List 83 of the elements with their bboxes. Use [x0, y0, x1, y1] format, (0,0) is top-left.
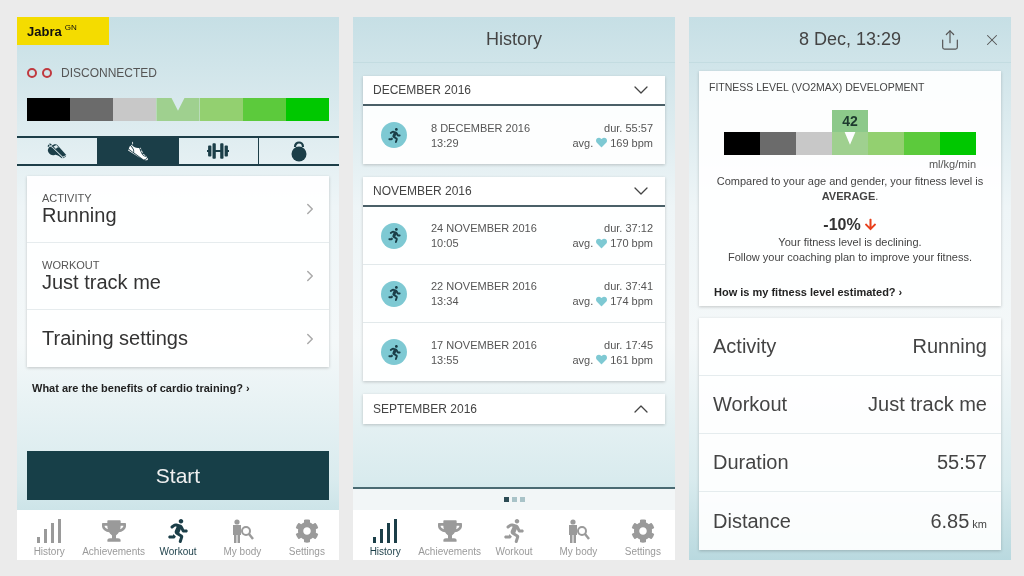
detail-value: Running: [912, 335, 987, 359]
heart-rate: 170 bpm: [610, 237, 653, 249]
heart-icon: [596, 137, 608, 148]
unit-label: ml/kg/min: [928, 158, 976, 170]
entry-date: 22 NOVEMBER 2016: [431, 280, 538, 292]
nav-tab[interactable]: History: [353, 510, 418, 560]
entry-duration: dur. 37:12: [604, 222, 653, 234]
detail-unit: km: [972, 517, 987, 530]
trophy-icon: [437, 519, 462, 543]
avg-label: avg.: [572, 353, 594, 366]
workout-entry[interactable]: 24 NOVEMBER 2016 10:05 dur. 37:12 avg. 170 bpm: [363, 207, 665, 265]
sport-tab[interactable]: [96, 138, 178, 164]
detail-label: Activity: [713, 335, 777, 359]
entry-duration: dur. 55:57: [604, 121, 653, 134]
down-arrow-icon: [863, 218, 877, 232]
shoe-icon: [126, 140, 149, 162]
setting-label: WORKOUT: [42, 258, 101, 271]
settings-row[interactable]: WORKOUT Just track me: [27, 243, 329, 310]
month-header[interactable]: DECEMBER 2016: [363, 76, 665, 106]
runner-icon: [381, 122, 407, 148]
connection-status: DISCONNECTED: [61, 66, 157, 80]
entry-time: 13:34: [431, 295, 460, 307]
logo: Jabra GN: [17, 17, 109, 45]
settings-row[interactable]: Training settings: [27, 310, 329, 367]
fitness-message: Your fitness level is declining.: [777, 234, 923, 250]
workout-entry[interactable]: 8 DECEMBER 2016 13:29 dur. 55:57 avg. 169 bpm: [363, 106, 665, 164]
heart-rate: 174 bpm: [610, 295, 653, 307]
detail-label: Workout: [713, 393, 788, 417]
runner-icon: [502, 519, 526, 543]
heart-icon: [596, 237, 608, 249]
bar-chart-icon: [36, 519, 63, 543]
detail-label: Duration: [713, 451, 789, 475]
setting-label: ACTIVITY: [42, 191, 93, 204]
settings-icon: [630, 519, 655, 543]
fitness-change: -10%: [823, 215, 861, 234]
entry-duration: dur. 17:45: [604, 338, 653, 351]
trophy-icon: [101, 519, 126, 543]
entry-time: 13:55: [431, 353, 460, 366]
dumbbell-icon: [207, 140, 230, 162]
nav-tab[interactable]: Workout: [145, 510, 211, 560]
heart-rate: 169 bpm: [610, 136, 653, 149]
bar-chart-icon: [372, 519, 399, 543]
body-search-icon: [566, 519, 591, 543]
heart-rate: 161 bpm: [610, 353, 653, 366]
settings-icon: [294, 519, 319, 543]
entry-date: 17 NOVEMBER 2016: [431, 338, 538, 351]
setting-value: Just track me: [42, 270, 162, 294]
avg-label: avg.: [572, 136, 594, 149]
setting-value: Running: [42, 203, 118, 227]
entry-time: 10:05: [431, 237, 460, 249]
detail-value: 6.85: [930, 509, 970, 533]
fitness-link[interactable]: How is my fitness level estimated? ›: [714, 286, 991, 299]
fitness-summary: Compared to your age and gender, your fitness level is AVERAGE.: [715, 174, 985, 204]
body-search-icon: [230, 519, 255, 543]
card-heading: FITNESS LEVEL (VO2MAX) DEVELOPMENT: [709, 81, 926, 93]
fitness-reading: 42: [832, 110, 868, 132]
entry-time: 13:29: [431, 136, 460, 149]
heart-icon: [596, 295, 608, 307]
runner-icon: [381, 339, 407, 365]
month-header[interactable]: SEPTEMBER 2016: [363, 394, 665, 424]
screen-title: History: [353, 17, 675, 63]
runner-icon: [381, 222, 407, 249]
entry-date: 8 DECEMBER 2016: [431, 121, 532, 134]
cardio-link[interactable]: What are the benefits of cardio training? ›: [32, 382, 339, 394]
detail-value: 55:57: [936, 451, 987, 475]
start-button[interactable]: Start: [27, 451, 329, 500]
screen-title: 8 Dec, 13:29: [689, 17, 1011, 63]
entry-duration: dur. 37:41: [604, 280, 653, 292]
setting-value: Training settings: [42, 327, 189, 350]
entry-date: 24 NOVEMBER 2016: [431, 222, 538, 234]
detail-value: Just track me: [868, 393, 987, 417]
month-header[interactable]: NOVEMBER 2016: [363, 177, 665, 207]
detail-label: Distance: [713, 509, 791, 533]
avg-label: avg.: [572, 295, 594, 307]
settings-row[interactable]: ACTIVITY Running: [27, 176, 329, 243]
runner-icon: [381, 280, 407, 307]
share-icon[interactable]: [939, 29, 961, 51]
fitness-message: Follow your coaching plan to improve your fitness.: [727, 249, 973, 265]
workout-entry[interactable]: 22 NOVEMBER 2016 13:34 dur. 37:41 avg. 174 bpm: [363, 265, 665, 323]
runner-icon: [166, 519, 190, 543]
heart-icon: [596, 354, 608, 365]
avg-label: avg.: [572, 237, 594, 249]
workout-entry[interactable]: 17 NOVEMBER 2016 13:55 dur. 17:45 avg. 161 bpm: [363, 323, 665, 381]
